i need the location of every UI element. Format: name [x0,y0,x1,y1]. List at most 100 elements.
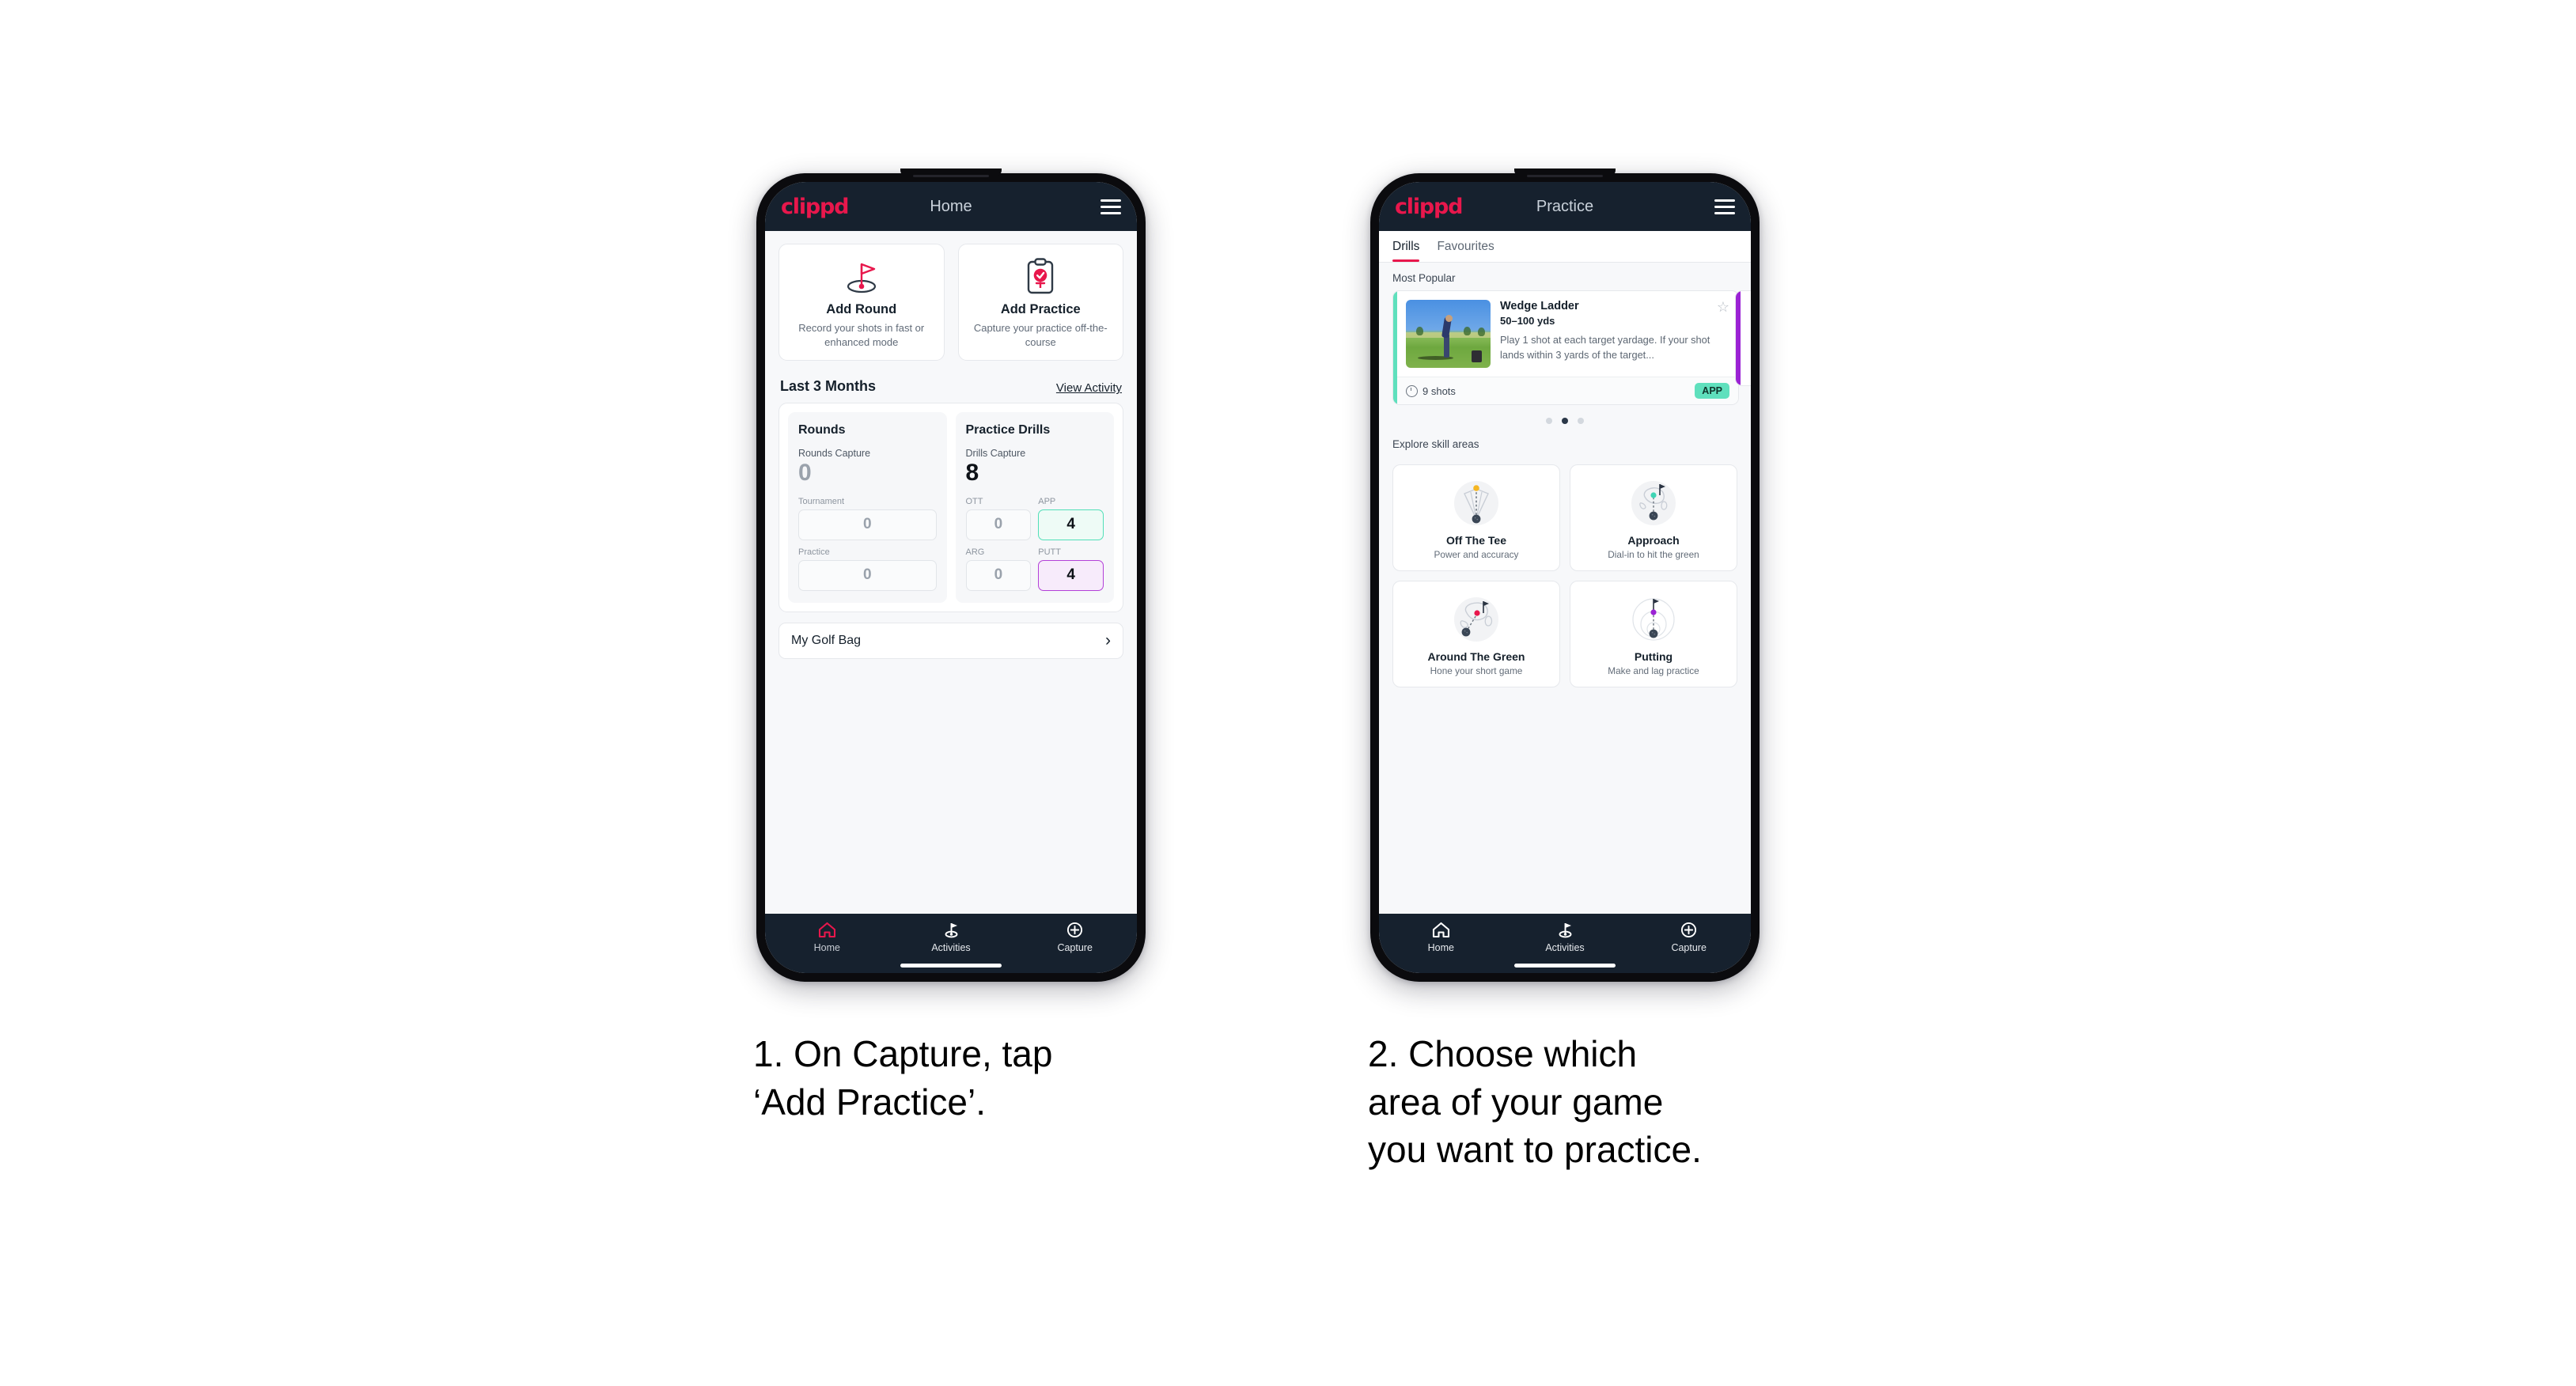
drill-carousel[interactable]: ☆ Wedge Ladder 50–100 yds Play 1 shot at… [1379,290,1751,405]
most-popular-label: Most Popular [1392,272,1456,284]
star-outline-icon[interactable]: ☆ [1717,300,1729,314]
add-round-subtitle: Record your shots in fast or enhanced mo… [798,322,925,348]
rounds-tournament-group: Tournament 0 [798,497,937,540]
skill-card-approach[interactable]: Approach Dial-in to hit the green [1570,464,1737,571]
home-screen-body: Add Round Record your shots in fast or e… [765,231,1137,914]
hamburger-icon[interactable] [1100,199,1121,214]
explore-skill-areas-label: Explore skill areas [1392,438,1479,450]
skill-title: Putting [1634,650,1673,663]
app-stat: APP 4 [1038,497,1104,540]
drills-row-1: OTT 0 APP 4 [965,496,1104,540]
bottom-nav-practice: Home Activities Capture [1379,914,1751,973]
skill-card-putting[interactable]: Putting Make and lag practice [1570,581,1737,687]
carousel-dots [1379,405,1751,424]
tab-favourites[interactable]: Favourites [1437,231,1494,262]
practice-value[interactable]: 0 [798,559,937,591]
nav-label-capture: Capture [1671,942,1707,953]
nav-item-capture[interactable]: Capture [1013,921,1137,953]
drill-yardage: 50–100 yds [1500,315,1555,328]
skill-card-off-the-tee[interactable]: Off The Tee Power and accuracy [1392,464,1560,571]
drill-card-wedge-ladder[interactable]: ☆ Wedge Ladder 50–100 yds Play 1 shot at… [1392,290,1739,405]
ott-label: OTT [965,496,983,506]
app-value[interactable]: 4 [1038,509,1104,540]
my-golf-bag-label: My Golf Bag [791,633,862,647]
page-root: clippd Home Add Round Record your shots … [0,0,2576,1386]
chevron-right-icon: › [1105,631,1111,650]
nav-label-activities: Activities [931,942,971,953]
nav-item-activities[interactable]: Activities [889,921,1013,953]
home-icon [818,922,835,938]
my-golf-bag-row[interactable]: My Golf Bag › [778,622,1123,659]
rounds-practice-stat: Practice 0 [798,547,937,591]
nav-item-activities[interactable]: Activities [1503,921,1627,953]
drill-title: Wedge Ladder [1500,300,1579,312]
clipboard-check-icon [965,256,1117,297]
add-round-title: Add Round [826,302,897,316]
clippd-logo[interactable]: clippd [1395,195,1464,219]
putting-rings-icon [1577,590,1730,649]
chip-green-icon [1400,590,1553,649]
drill-shots: 9 shots [1406,384,1456,397]
arg-value[interactable]: 0 [965,559,1032,591]
drill-category-badge: APP [1695,383,1729,399]
nav-item-home[interactable]: Home [1379,921,1503,953]
rounds-stat-column: Rounds Rounds Capture 0 Tournament 0 Pra… [788,412,947,603]
carousel-dot-3[interactable] [1578,418,1584,424]
carousel-dot-2[interactable] [1562,418,1568,424]
nav-label-home: Home [1427,942,1454,953]
skill-subtitle: Make and lag practice [1608,665,1699,676]
skill-title: Approach [1627,534,1680,547]
view-activity-link[interactable]: View Activity [1056,381,1122,395]
putt-value[interactable]: 4 [1038,559,1104,591]
tab-drills[interactable]: Drills [1392,231,1420,262]
phone-mockup-practice: clippd Practice Drills Favourites Most P… [1370,169,1760,982]
next-drill-accent-stripe [1736,291,1741,385]
rounds-tournament-stat: Tournament 0 [798,497,937,540]
home-indicator [1514,964,1616,968]
skill-title: Around The Green [1427,650,1525,663]
nav-label-home: Home [813,942,840,953]
drill-shots-label: 9 shots [1422,384,1456,397]
add-practice-card[interactable]: Add Practice Capture your practice off-t… [957,244,1123,362]
skill-card-around-the-green[interactable]: Around The Green Hone your short game [1392,581,1560,687]
golf-flag-icon [945,923,957,938]
stats-panel: Rounds Rounds Capture 0 Tournament 0 Pra… [778,403,1123,612]
drill-accent-stripe [1393,291,1397,404]
putt-label: PUTT [1038,547,1061,557]
tournament-value[interactable]: 0 [798,509,937,540]
drill-card-next-peek[interactable] [1735,290,1751,386]
plus-circle-icon [1067,922,1083,938]
approach-green-icon [1577,474,1730,532]
add-practice-subtitle: Capture your practice off-the-course [973,322,1108,348]
app-header-practice: clippd Practice [1379,182,1751,231]
app-header-home: clippd Home [765,182,1137,231]
nav-label-activities: Activities [1545,942,1585,953]
add-round-card[interactable]: Add Round Record your shots in fast or e… [778,244,945,362]
drill-thumbnail [1406,300,1491,368]
app-label: APP [1038,496,1056,506]
caption-step-1: 1. On Capture, tap ‘Add Practice’. [753,1033,1053,1123]
last-3-months-header: Last 3 Months View Activity [765,361,1137,403]
skill-subtitle: Hone your short game [1430,665,1523,676]
putt-stat: PUTT 4 [1038,547,1104,591]
nav-item-home[interactable]: Home [765,921,889,953]
hamburger-icon[interactable] [1714,199,1735,214]
practice-tabs: Drills Favourites [1379,231,1751,263]
clock-icon [1406,384,1418,397]
carousel-dot-1[interactable] [1546,418,1552,424]
nav-label-capture: Capture [1057,942,1093,953]
tab-drills-label: Drills [1392,239,1420,253]
ott-value[interactable]: 0 [965,509,1032,540]
section-title: Last 3 Months [780,378,877,395]
drills-title: Practice Drills [965,423,1051,437]
rounds-capture-value: 0 [798,460,812,487]
golf-flag-icon [786,256,938,297]
arg-stat: ARG 0 [965,547,1032,591]
ott-stat: OTT 0 [965,496,1032,540]
drill-description: Play 1 shot at each target yardage. If y… [1500,334,1710,361]
clippd-logo[interactable]: clippd [781,195,850,219]
home-icon [1432,922,1449,938]
drills-row-2: ARG 0 PUTT 4 [965,547,1104,591]
caption-step-2: 2. Choose which area of your game you wa… [1368,1033,1702,1171]
nav-item-capture[interactable]: Capture [1627,921,1751,953]
